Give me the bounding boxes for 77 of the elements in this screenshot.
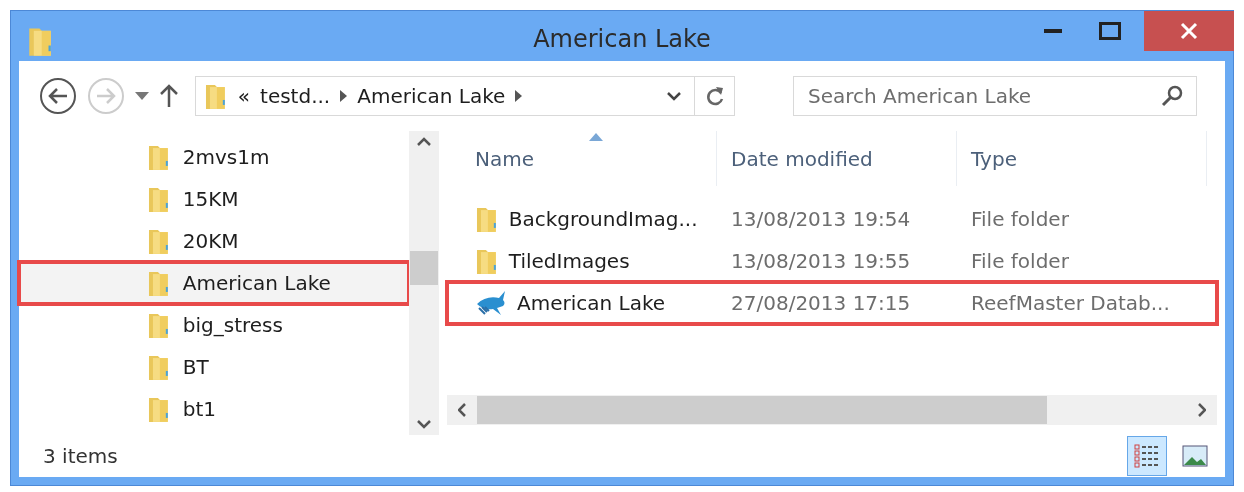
nav-item-label: American Lake <box>182 271 331 295</box>
horizontal-scrollbar[interactable] <box>447 395 1217 425</box>
minimize-icon <box>1043 29 1062 33</box>
file-name: TiledImages <box>508 249 630 273</box>
up-arrow-icon <box>159 84 179 108</box>
nav-item[interactable]: 2mvs1m <box>19 136 409 178</box>
address-bar[interactable]: « testd... American Lake <box>195 76 735 116</box>
file-row[interactable]: American Lake 27/08/2013 17:15 ReefMaster Datab... <box>447 282 1217 324</box>
folder-icon <box>147 143 171 171</box>
large-icons-view-icon <box>1182 445 1208 467</box>
details-view-icon <box>1134 444 1160 468</box>
type-cell-text: ReefMaster Datab... <box>970 291 1171 315</box>
chevron-right-icon <box>340 90 348 102</box>
chevron-down-icon <box>667 91 681 101</box>
view-button[interactable] <box>1127 436 1167 476</box>
sort-arrow-icon <box>589 133 603 141</box>
type-cell-text: File folder <box>970 207 1070 231</box>
date-cell-text: 13/08/2013 19:54 <box>730 207 912 231</box>
chevron-right-icon <box>515 90 523 102</box>
folder-icon <box>147 227 171 255</box>
column-header[interactable]: Date modified <box>717 131 957 186</box>
date-cell-text: 27/08/2013 17:15 <box>730 291 912 315</box>
item-count: 3 items <box>43 444 118 468</box>
vertical-scrollbar[interactable] <box>409 131 439 435</box>
folder-icon <box>475 247 499 275</box>
back-button[interactable] <box>39 77 77 115</box>
caret-icon <box>135 92 149 100</box>
search-field[interactable]: Search American Lake <box>793 76 1197 116</box>
nav-item[interactable]: bt1 <box>19 388 409 430</box>
search-icon <box>1161 85 1183 107</box>
file-name: BackgroundImag... <box>508 207 698 231</box>
breadcrumb[interactable]: American Lake <box>357 84 506 108</box>
column-header[interactable]: Type <box>957 131 1207 186</box>
scroll-down-icon <box>417 420 431 429</box>
nav-item[interactable]: 15KM <box>19 178 409 220</box>
folder-icon <box>147 269 171 297</box>
file-row[interactable]: TiledImages 13/08/2013 19:55 File folder <box>447 240 1217 282</box>
file-name-cell[interactable]: TiledImages <box>447 247 717 275</box>
scroll-left-icon <box>458 403 466 417</box>
nav-item[interactable]: American Lake <box>19 262 409 304</box>
folder-icon <box>147 185 171 213</box>
folder-icon <box>204 82 228 110</box>
scroll-right-icon <box>1198 403 1206 417</box>
scroll-thumb[interactable] <box>477 396 1047 424</box>
refresh-icon <box>704 85 725 107</box>
folder-icon <box>147 395 171 423</box>
overflow-chevron[interactable]: « <box>237 84 251 108</box>
nav-item-label: big_stress <box>182 313 283 337</box>
file-name: American Lake <box>517 291 666 315</box>
column-header[interactable]: Name <box>447 131 717 186</box>
nav-item[interactable]: 20KM <box>19 220 409 262</box>
nav-item-label: BT <box>182 355 209 379</box>
scroll-thumb[interactable] <box>410 251 438 285</box>
type-cell-text: File folder <box>970 249 1070 273</box>
nav-item-label: 15KM <box>182 187 239 211</box>
folder-icon <box>147 353 171 381</box>
nav-item-label: bt1 <box>182 397 217 421</box>
maximize-icon <box>1098 22 1121 40</box>
file-name-cell[interactable]: American Lake <box>447 288 717 318</box>
nav-item-label: 2mvs1m <box>182 145 270 169</box>
nav-item[interactable]: big_stress <box>19 304 409 346</box>
nav-item-label: 20KM <box>182 229 239 253</box>
window-title: American Lake <box>533 25 711 53</box>
nav-item[interactable]: BT <box>19 346 409 388</box>
close-icon <box>1180 22 1198 40</box>
folder-icon <box>147 311 171 339</box>
file-row[interactable]: BackgroundImag... 13/08/2013 19:54 File folder <box>447 198 1217 240</box>
file-name-cell[interactable]: BackgroundImag... <box>447 205 717 233</box>
date-cell-text: 13/08/2013 19:55 <box>730 249 912 273</box>
folder-icon <box>475 205 499 233</box>
close-button[interactable] <box>1144 11 1234 51</box>
back-icon <box>39 77 77 115</box>
recent-dropdown-button[interactable] <box>135 92 149 100</box>
scroll-up-icon <box>417 137 431 146</box>
up-button[interactable] <box>159 84 179 108</box>
forward-icon <box>87 77 125 115</box>
breadcrumb[interactable]: testd... <box>260 84 331 108</box>
